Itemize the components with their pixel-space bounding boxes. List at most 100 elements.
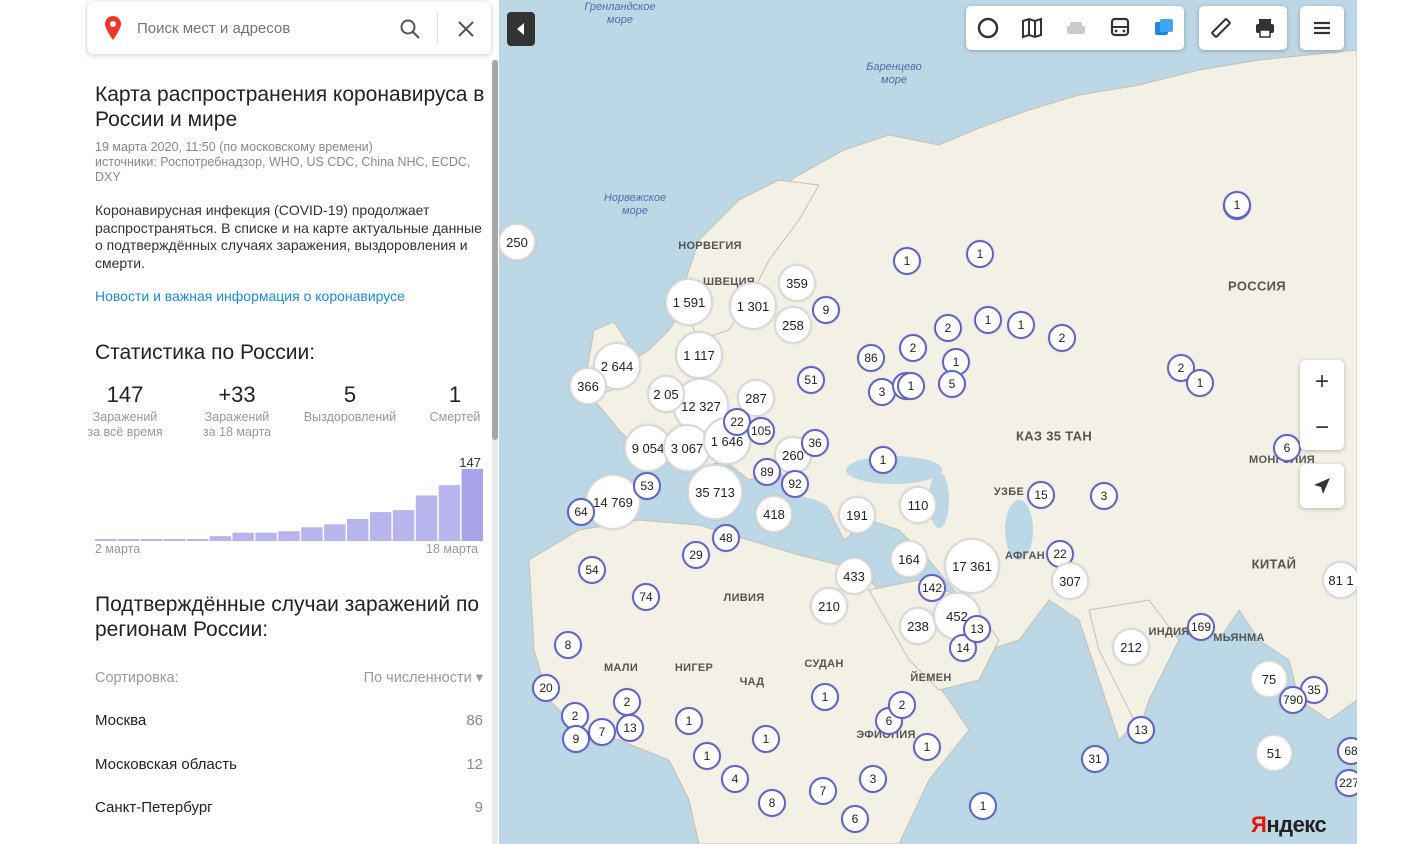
map-canvas[interactable]: Гренландское море Баренцево море Норвежско…	[499, 0, 1357, 844]
cluster-marker[interactable]: 164	[890, 540, 928, 578]
histogram-bar[interactable]	[347, 518, 369, 541]
cluster-marker[interactable]: 1	[693, 742, 721, 770]
cluster-marker[interactable]: 418	[755, 495, 793, 533]
cluster-marker[interactable]: 1	[969, 792, 997, 820]
menu-icon[interactable]	[1300, 6, 1344, 50]
zoom-in-button[interactable]: +	[1300, 360, 1344, 404]
cluster-marker[interactable]: 2	[613, 688, 641, 716]
layers-map-icon[interactable]	[1010, 6, 1054, 50]
cluster-marker[interactable]: 20	[532, 674, 560, 702]
cluster-marker[interactable]: 2	[888, 691, 916, 719]
cluster-marker[interactable]: 51	[797, 366, 825, 394]
cluster-marker[interactable]: 8	[554, 631, 582, 659]
cluster-marker[interactable]: 74	[632, 583, 660, 611]
cluster-marker[interactable]: 7	[809, 777, 837, 805]
cluster-marker[interactable]: 48	[712, 524, 740, 552]
cluster-marker[interactable]: 110	[899, 486, 937, 524]
cluster-marker[interactable]: 3	[859, 765, 887, 793]
histogram-bar[interactable]	[163, 539, 186, 541]
cluster-marker[interactable]: 9	[812, 296, 840, 324]
cluster-marker[interactable]: 54	[578, 556, 606, 584]
cluster-marker[interactable]: 92	[781, 470, 809, 498]
cluster-marker[interactable]: 1 117	[675, 331, 723, 379]
sidebar-scrollbar[interactable]	[492, 60, 498, 844]
traffic-circle-icon[interactable]	[966, 6, 1010, 50]
sort-dropdown[interactable]: По численности ▾	[364, 670, 483, 686]
collapse-sidebar-button[interactable]	[507, 12, 535, 46]
region-row[interactable]: Московская область 12	[95, 756, 483, 773]
cluster-marker[interactable]: 4	[721, 765, 749, 793]
cluster-marker[interactable]: 366	[569, 367, 607, 405]
cluster-marker[interactable]: 36	[801, 429, 829, 457]
cluster-marker[interactable]: 191	[838, 496, 876, 534]
cluster-marker[interactable]: 89	[753, 458, 781, 486]
cluster-marker[interactable]: 307	[1051, 562, 1089, 600]
cluster-marker[interactable]: 31	[1081, 745, 1109, 773]
cluster-marker[interactable]: 1	[1007, 311, 1035, 339]
search-icon[interactable]	[399, 18, 421, 40]
cluster-marker[interactable]: 13	[616, 714, 644, 742]
region-row[interactable]: Москва 86	[95, 712, 483, 729]
cluster-marker[interactable]: 1 301	[729, 282, 777, 330]
cluster-marker[interactable]: 53	[633, 472, 661, 500]
cluster-marker[interactable]: 212	[1112, 628, 1150, 666]
histogram-bar[interactable]	[324, 524, 346, 541]
scrollbar-thumb[interactable]	[492, 60, 498, 440]
close-icon[interactable]	[455, 18, 477, 40]
histogram-bar[interactable]	[278, 531, 300, 541]
bus-icon[interactable]	[1098, 6, 1142, 50]
cluster-marker[interactable]: 17 361	[944, 538, 1000, 594]
cluster-marker[interactable]: 15	[1027, 481, 1055, 509]
histogram-bar[interactable]	[232, 532, 254, 541]
cluster-marker[interactable]: 68	[1337, 737, 1357, 765]
cluster-marker[interactable]: 6	[1273, 434, 1301, 462]
cluster-marker[interactable]: 5	[938, 370, 966, 398]
cluster-marker[interactable]: 142	[918, 574, 946, 602]
cluster-marker[interactable]: 169	[1187, 613, 1215, 641]
cluster-marker[interactable]: 359	[778, 264, 816, 302]
histogram-bar[interactable]	[140, 539, 163, 541]
histogram-bar[interactable]	[95, 539, 117, 541]
geolocation-button[interactable]	[1300, 464, 1344, 508]
taxi-icon[interactable]	[1054, 6, 1098, 50]
cluster-marker[interactable]: 433	[835, 557, 873, 595]
cluster-marker[interactable]: 1	[752, 725, 780, 753]
news-link[interactable]: Новости и важная информация о коронавиру…	[95, 288, 405, 304]
cluster-marker[interactable]: 29	[682, 541, 710, 569]
histogram-bar[interactable]	[438, 485, 461, 541]
histogram-bar[interactable]	[255, 532, 277, 541]
histogram-bar[interactable]	[209, 536, 231, 541]
cluster-marker[interactable]: 1	[966, 240, 994, 268]
cluster-marker[interactable]: 1	[811, 683, 839, 711]
ruler-icon[interactable]	[1199, 6, 1243, 50]
histogram-bar[interactable]	[117, 539, 140, 541]
cluster-marker[interactable]: 238	[899, 607, 937, 645]
cluster-marker[interactable]: 2 05	[647, 375, 685, 413]
cluster-marker[interactable]: 81 1	[1322, 561, 1357, 599]
cluster-marker[interactable]: 2	[934, 314, 962, 342]
histogram-bar[interactable]	[369, 512, 392, 541]
histogram-bar[interactable]	[301, 527, 323, 541]
histogram-bar[interactable]	[461, 469, 483, 541]
cluster-marker[interactable]: 790	[1279, 686, 1307, 714]
cluster-marker[interactable]: 1	[1223, 191, 1251, 219]
cluster-marker[interactable]: 9	[562, 725, 590, 753]
cluster-marker[interactable]: 35 713	[687, 464, 743, 520]
histogram-bar[interactable]	[186, 539, 209, 541]
cluster-marker[interactable]: 1	[893, 247, 921, 275]
cluster-marker[interactable]: 1	[974, 306, 1002, 334]
cluster-marker[interactable]: 64	[567, 498, 595, 526]
histogram-bar[interactable]	[392, 510, 415, 541]
cluster-marker[interactable]: 1	[897, 372, 925, 400]
cluster-marker[interactable]: 250	[499, 223, 536, 261]
cluster-marker[interactable]: 2	[1048, 324, 1076, 352]
cluster-marker[interactable]: 86	[857, 344, 885, 372]
cluster-marker[interactable]: 51	[1255, 734, 1293, 772]
cluster-marker[interactable]: 7	[588, 718, 616, 746]
zoom-out-button[interactable]: −	[1300, 406, 1344, 450]
cluster-marker[interactable]: 227	[1335, 769, 1357, 797]
cluster-marker[interactable]: 258	[774, 306, 812, 344]
histogram-bar[interactable]	[415, 495, 438, 541]
cluster-marker[interactable]: 13	[963, 615, 991, 643]
cluster-marker[interactable]: 6	[841, 805, 869, 833]
